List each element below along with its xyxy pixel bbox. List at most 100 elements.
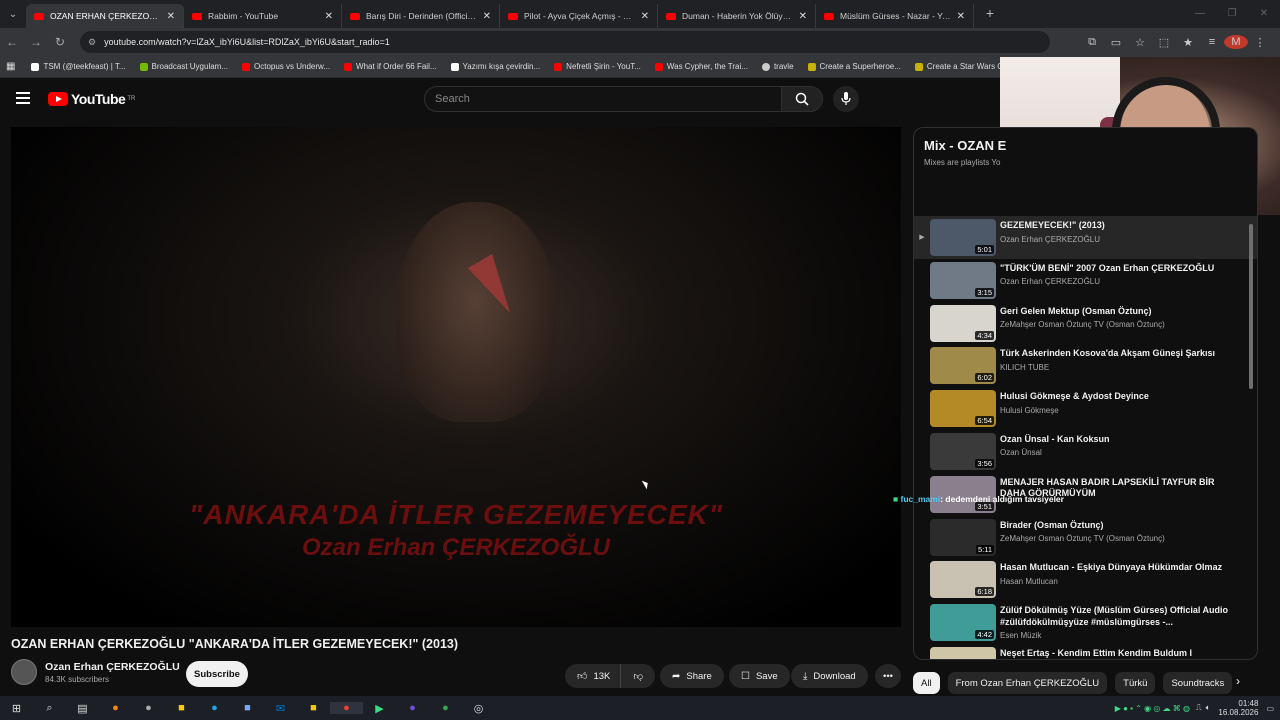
- subscribe-button[interactable]: Subscribe: [186, 661, 248, 687]
- playlist-item[interactable]: 6:54 Hulusi Gökmeşe & Aydost Deyince Hulus…: [914, 387, 1257, 430]
- reading-list-icon[interactable]: ≡: [1200, 36, 1224, 48]
- playlist-item-title[interactable]: Türk Askerinden Kosova'da Akşam Güneşi Ş…: [1000, 348, 1231, 360]
- playlist-item[interactable]: Neşet Ertaş - Kendim Ettim Kendim Buldum…: [914, 644, 1257, 659]
- tab-0[interactable]: OZAN ERHAN ÇERKEZOĞLU "A ✕: [26, 4, 184, 28]
- channel-name[interactable]: Ozan Erhan ÇERKEZOĞLU: [45, 661, 180, 673]
- playlist-item[interactable]: ▶ 5:01 GEZEMEYECEK!" (2013) Ozan Erhan ÇERK…: [914, 216, 1257, 259]
- bookmark-item[interactable]: Create a Star Wars C...: [914, 62, 1010, 71]
- playlist-item-title[interactable]: Ozan Ünsal - Kan Koksun: [1000, 434, 1231, 446]
- search-icon[interactable]: ⌕: [33, 702, 66, 715]
- close-tab-icon[interactable]: ✕: [957, 11, 965, 22]
- search-input[interactable]: Search: [424, 86, 782, 112]
- share-button[interactable]: ➦ Share: [660, 664, 724, 688]
- bookmark-item[interactable]: TSM (@teekfeast) | T...: [31, 62, 126, 71]
- close-tab-icon[interactable]: ✕: [483, 11, 491, 22]
- video-thumbnail[interactable]: 3:15: [930, 261, 996, 299]
- video-thumbnail[interactable]: 6:54: [930, 390, 996, 428]
- store-icon[interactable]: ■: [165, 702, 198, 714]
- search-button[interactable]: [781, 86, 823, 112]
- task-view-icon[interactable]: ▤: [66, 702, 99, 715]
- playlist-item[interactable]: 3:56 Ozan Ünsal - Kan Koksun Ozan Ünsal: [914, 430, 1257, 473]
- close-tab-icon[interactable]: ✕: [641, 11, 649, 22]
- close-tab-icon[interactable]: ✕: [325, 11, 333, 22]
- playlist-item[interactable]: 4:42 Zülüf Dökülmüş Yüze (Müslüm Gürses) …: [914, 601, 1257, 644]
- close-tab-icon[interactable]: ✕: [167, 11, 175, 22]
- chip-soundtracks[interactable]: Soundtracks: [1163, 672, 1233, 694]
- playlist-item-title[interactable]: "TÜRK'ÜM BENİ" 2007 Ozan Erhan ÇERKEZOĞL…: [1000, 263, 1231, 275]
- close-window-icon[interactable]: ✕: [1248, 0, 1280, 28]
- playlist-item[interactable]: 6:18 Hasan Mutlucan - Eşkiya Dünyaya Hükü…: [914, 558, 1257, 601]
- site-info-icon[interactable]: ⚙: [88, 37, 96, 48]
- scrollbar[interactable]: [1249, 224, 1253, 389]
- chevron-right-icon[interactable]: ›: [1236, 674, 1240, 688]
- playlist-item-title[interactable]: Hasan Mutlucan - Eşkiya Dünyaya Hükümdar…: [1000, 562, 1231, 574]
- playlist-item-title[interactable]: GEZEMEYECEK!" (2013): [1000, 220, 1231, 232]
- tab-search-icon[interactable]: ⌄: [0, 0, 26, 28]
- bookmarks-icon[interactable]: ★: [1176, 36, 1200, 49]
- bookmark-item[interactable]: Nefretli Şirin - YouT...: [554, 62, 641, 71]
- bookmark-item[interactable]: travle: [761, 62, 794, 71]
- cast-icon[interactable]: ▭: [1104, 36, 1128, 49]
- tab-2[interactable]: Barış Diri - Derinden (Official Vi ✕: [342, 4, 500, 28]
- playlist-item[interactable]: 3:15 "TÜRK'ÜM BENİ" 2007 Ozan Erhan ÇERKE…: [914, 259, 1257, 302]
- video-thumbnail[interactable]: 3:56: [930, 432, 996, 470]
- video-thumbnail[interactable]: 5:01: [930, 219, 996, 256]
- bookmark-item[interactable]: What if Order 66 Fail...: [344, 62, 437, 71]
- chrome-icon[interactable]: ●: [429, 702, 462, 714]
- playlist-item[interactable]: 5:11 Birader (Osman Öztunç) ZeMahşer Osman…: [914, 516, 1257, 559]
- network-icon[interactable]: ⎍: [1196, 703, 1202, 713]
- menu-kebab-icon[interactable]: ⋮: [1248, 36, 1272, 49]
- new-tab-button[interactable]: +: [980, 4, 1000, 24]
- dislike-button[interactable]: 👎︎: [620, 664, 656, 688]
- mail-icon[interactable]: ✉: [264, 702, 297, 715]
- video-thumbnail[interactable]: 4:42: [930, 604, 996, 642]
- video-thumbnail[interactable]: 6:18: [930, 561, 996, 599]
- playlist-item-title[interactable]: Zülüf Dökülmüş Yüze (Müslüm Gürses) Offi…: [1000, 605, 1231, 628]
- video-thumbnail[interactable]: 6:02: [930, 347, 996, 385]
- video-thumbnail[interactable]: 4:34: [930, 304, 996, 342]
- bookmark-item[interactable]: Broadcast Uygulam...: [139, 62, 228, 71]
- chip-from-channel[interactable]: From Ozan Erhan ÇERKEZOĞLU: [947, 672, 1108, 694]
- app-icon[interactable]: ◎: [462, 702, 495, 715]
- clock[interactable]: 01:48 16.08.2026: [1218, 699, 1258, 717]
- forward-icon[interactable]: →: [24, 35, 48, 49]
- bookmark-item[interactable]: Was Cypher, the Trai...: [654, 62, 748, 71]
- firefox-icon[interactable]: ●: [99, 702, 132, 714]
- edge-icon[interactable]: ●: [198, 702, 231, 714]
- hamburger-menu-icon[interactable]: [16, 92, 30, 104]
- like-button[interactable]: 👍︎ 13K: [565, 664, 621, 688]
- restore-icon[interactable]: ❐: [1216, 0, 1248, 28]
- playlist-item[interactable]: 6:02 Türk Askerinden Kosova'da Akşam Güne…: [914, 344, 1257, 387]
- notifications-icon[interactable]: ▭: [1266, 704, 1274, 713]
- profile-avatar[interactable]: M: [1224, 35, 1248, 49]
- video-thumbnail[interactable]: [930, 646, 996, 659]
- file-explorer-icon[interactable]: ■: [297, 702, 330, 714]
- tray-icons[interactable]: ▶ ● ▪ ⌃ ◉ ◎ ☁ ⌘ ◍: [1115, 704, 1190, 713]
- playlist-item-title[interactable]: Neşet Ertaş - Kendim Ettim Kendim Buldum…: [1000, 648, 1231, 659]
- address-bar[interactable]: ⚙ youtube.com/watch?v=lZaX_ibYi6U&list=R…: [80, 31, 1050, 53]
- app-icon[interactable]: ▶: [363, 702, 396, 715]
- reload-icon[interactable]: ↻: [48, 35, 72, 49]
- playlist-item-title[interactable]: Geri Gelen Mektup (Osman Öztunç): [1000, 306, 1231, 318]
- video-player[interactable]: "ANKARA'DA İTLER GEZEMEYECEK" Ozan Erhan…: [11, 127, 901, 627]
- chrome-icon[interactable]: ●: [330, 702, 363, 714]
- translate-icon[interactable]: ⧉: [1080, 36, 1104, 49]
- chip-all[interactable]: All: [913, 672, 940, 694]
- voice-search-button[interactable]: [833, 86, 859, 112]
- channel-avatar[interactable]: [11, 659, 37, 685]
- apps-grid-icon[interactable]: ▦: [6, 61, 15, 72]
- tab-4[interactable]: Duman - Haberin Yok Ölüyorum ✕: [658, 4, 816, 28]
- app-icon[interactable]: ■: [231, 702, 264, 714]
- close-tab-icon[interactable]: ✕: [799, 11, 807, 22]
- tab-1[interactable]: Rabbim - YouTube ✕: [184, 4, 342, 28]
- playlist-item-title[interactable]: Birader (Osman Öztunç): [1000, 520, 1231, 532]
- bookmark-item[interactable]: Yazımı kışa çevirdin...: [450, 62, 540, 71]
- extensions-icon[interactable]: ⬚: [1152, 36, 1176, 49]
- download-button[interactable]: ⤓ Download: [791, 664, 868, 688]
- playlist-item-title[interactable]: Hulusi Gökmeşe & Aydost Deyince: [1000, 391, 1231, 403]
- save-button[interactable]: ☐ Save: [729, 664, 790, 688]
- chip-turku[interactable]: Türkü: [1115, 672, 1156, 694]
- minimize-icon[interactable]: —: [1184, 0, 1216, 28]
- back-icon[interactable]: ←: [0, 35, 24, 49]
- youtube-logo[interactable]: YouTube TR: [48, 91, 135, 107]
